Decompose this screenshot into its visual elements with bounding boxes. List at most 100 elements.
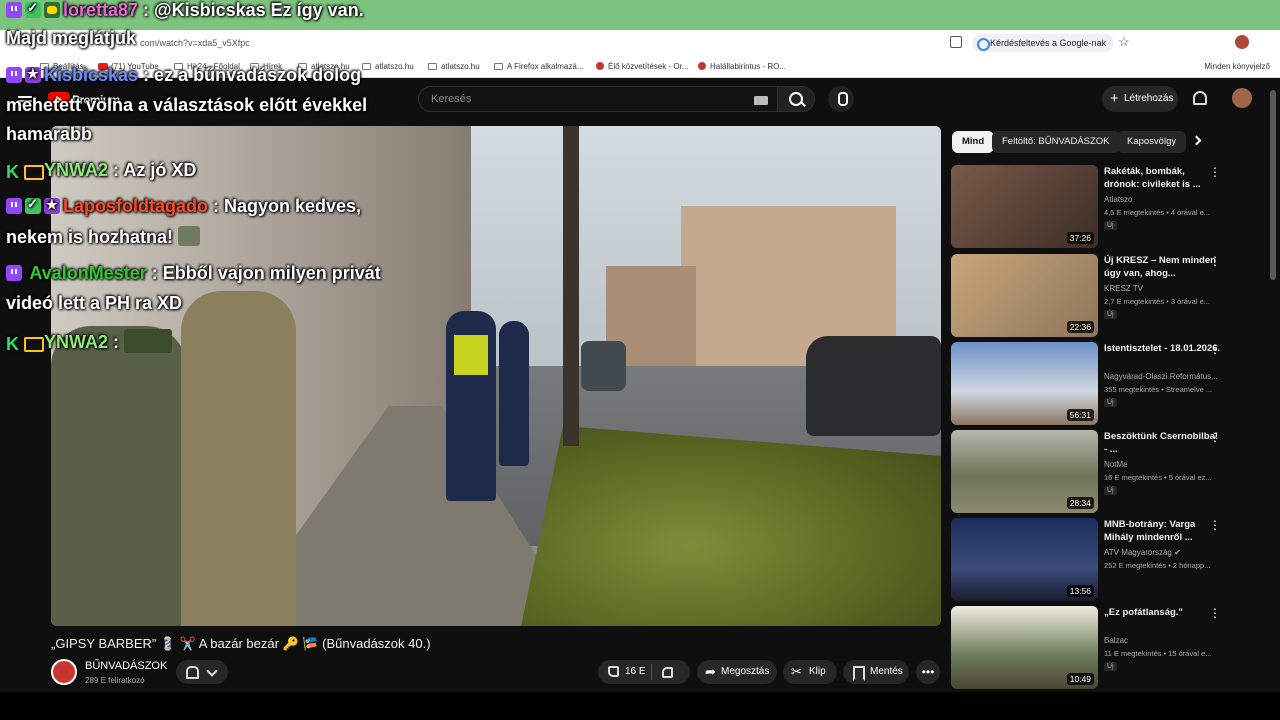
video-duration: 56:31 (1066, 409, 1094, 421)
chat-message: K YNWA2 : (6, 329, 173, 354)
thumbs-up-icon[interactable] (608, 666, 619, 677)
save-button[interactable]: Mentés (843, 660, 909, 684)
video-thumbnail[interactable]: 13:56 (951, 518, 1098, 601)
install-app-icon[interactable] (950, 36, 962, 48)
recommended-title[interactable]: MNB-botrány: Varga Mihály mindenről ... (1104, 518, 1222, 544)
recommended-title[interactable]: „Ez pofátlanság." (1104, 606, 1222, 619)
recommended-title[interactable]: Beszöktünk Csernobilba! - ... (1104, 430, 1222, 456)
vip-badge-icon (25, 0, 41, 18)
more-options-icon[interactable]: ⋮ (1209, 430, 1221, 444)
chip-related[interactable]: Kaposvölgy (1117, 131, 1187, 153)
recommended-channel[interactable]: Balzac (1104, 636, 1128, 645)
video-thumbnail[interactable]: 10:49 (951, 606, 1098, 689)
new-badge: Új (1104, 662, 1117, 671)
bookmark-item[interactable]: Halállabirintus - RO... (698, 62, 786, 71)
chat-message: K YNWA2 : Az jó XD (6, 160, 196, 182)
bookmark-item[interactable]: A Firefox alkalmazá... (494, 62, 583, 71)
chat-message-continued: hamarabb (6, 124, 93, 144)
channel-avatar[interactable] (51, 659, 77, 685)
chat-message-continued: videó lett a PH ra XD (6, 293, 183, 313)
recommended-stats: 4,5 E megtekintés • 4 órával e... (1104, 208, 1211, 217)
video-thumbnail[interactable]: 56:31 (951, 342, 1098, 425)
bookmark-item[interactable]: Élő közvetítések - Or... (596, 62, 688, 71)
recommended-video[interactable]: 13:56 MNB-botrány: Varga Mihály mindenrő… (951, 518, 1261, 602)
chat-overlay: loretta87 : @Kisbicskas Ez így van. Majd… (0, 0, 420, 360)
share-button[interactable]: Megosztás (697, 660, 777, 684)
more-options-icon[interactable]: ⋮ (1209, 254, 1221, 268)
video-thumbnail[interactable]: 28:34 (951, 430, 1098, 513)
video-frame-tree (563, 126, 579, 446)
more-actions-button[interactable]: ••• (916, 660, 940, 684)
recommended-title[interactable]: Istentisztelet - 18.01.2026. (1104, 342, 1222, 355)
recommended-video[interactable]: 56:31 Istentisztelet - 18.01.2026. Nagyv… (951, 342, 1261, 426)
more-options-icon[interactable]: ⋮ (1209, 165, 1221, 179)
recommended-stats: 16 E megtekintés • 5 órával ez... (1104, 473, 1212, 482)
microphone-icon[interactable] (828, 86, 854, 112)
video-duration: 37:26 (1066, 232, 1094, 244)
recommended-video[interactable]: 28:34 Beszöktünk Csernobilba! - ... NotM… (951, 430, 1261, 514)
video-frame-car (581, 341, 626, 391)
avatar[interactable] (1232, 88, 1252, 108)
browser-profile-avatar[interactable] (1235, 35, 1249, 49)
clip-button[interactable]: Klip (783, 660, 837, 684)
recommended-channel[interactable]: ATV Magyarország ✔ (1104, 548, 1181, 557)
recommended-channel[interactable]: KRESZ TV (1104, 284, 1143, 293)
recommended-video[interactable]: 37:26 Rakéták, bombák, drónok: civileket… (951, 165, 1261, 249)
divider (651, 664, 652, 680)
chat-username: Laposfoldtagado (63, 196, 208, 216)
video-frame-person (51, 326, 186, 626)
ask-google-button[interactable]: Kérdésfeltevés a Google-nak (972, 34, 1115, 52)
like-dislike-group: 16 E (598, 660, 690, 684)
recommended-channel[interactable]: Atlatszo (1104, 195, 1132, 204)
crown-badge-icon (23, 162, 44, 180)
twitch-badge-icon (6, 67, 22, 83)
recommended-video[interactable]: 22:36 Új KRESZ – Nem minden úgy van, aho… (951, 254, 1261, 338)
bot-badge-icon (44, 2, 60, 18)
chevron-right-icon[interactable] (1191, 135, 1202, 146)
search-input[interactable]: Keresés (418, 86, 778, 112)
bookmark-item[interactable]: atlatszo.hu (428, 62, 480, 71)
chat-username: Kisbicskas (44, 65, 139, 85)
twitch-badge-icon (6, 2, 22, 18)
more-options-icon[interactable]: ⋮ (1209, 606, 1221, 620)
recommended-title[interactable]: Rakéták, bombák, drónok: civileket is ..… (1104, 165, 1222, 191)
chat-text: : Ebből vajon milyen privát (146, 263, 381, 283)
video-duration: 22:36 (1066, 321, 1094, 333)
new-badge: Új (1104, 398, 1117, 407)
recommended-channel[interactable]: Nagyvárad-Olaszi Református... (1104, 372, 1218, 381)
all-bookmarks-link[interactable]: Minden könyvjelző (1204, 62, 1270, 71)
crown-badge-icon (23, 334, 44, 352)
recommended-stats: 11 E megtekintés • 15 órával e... (1104, 649, 1212, 658)
chip-all[interactable]: Mind (952, 131, 995, 153)
bookmark-star-icon[interactable]: ☆ (1118, 34, 1130, 50)
more-options-icon[interactable]: ⋮ (1209, 518, 1221, 532)
k-badge-icon: K (6, 334, 19, 354)
chat-message: loretta87 : @Kisbicskas Ez így van. (6, 0, 364, 21)
thumbs-down-icon[interactable] (662, 667, 673, 678)
notifications-bell-icon[interactable] (1193, 91, 1207, 105)
recommended-channel[interactable]: NotMe (1104, 460, 1128, 469)
video-frame-car (806, 336, 941, 436)
search-button[interactable] (777, 86, 815, 112)
channel-name[interactable]: BŰNVADÁSZOK (85, 660, 167, 672)
keyboard-icon[interactable] (754, 96, 768, 105)
like-count[interactable]: 16 E (625, 660, 646, 684)
recommended-title[interactable]: Új KRESZ – Nem minden úgy van, ahog... (1104, 254, 1222, 280)
chip-uploader[interactable]: Feltöltő: BŰNVADÁSZOK (992, 131, 1120, 153)
video-duration: 10:49 (1066, 673, 1094, 685)
star-badge-icon (44, 197, 60, 214)
notifications-dropdown-button[interactable] (176, 660, 228, 684)
folder-icon (494, 63, 503, 70)
video-thumbnail[interactable]: 22:36 (951, 254, 1098, 337)
star-badge-icon (25, 66, 41, 83)
recommended-stats: 252 E megtekintés • 2 hónapp... (1104, 561, 1211, 570)
page-scrollbar[interactable] (1270, 90, 1276, 280)
more-options-icon[interactable]: ⋮ (1209, 342, 1221, 356)
recommended-stats: 355 megtekintés • Streamelve ... (1104, 385, 1213, 394)
video-thumbnail[interactable]: 37:26 (951, 165, 1098, 248)
emote-icon (178, 226, 201, 246)
subscriber-count: 289 E feliratkozó (85, 676, 145, 685)
create-button[interactable]: Létrehozás (1102, 86, 1178, 112)
recommended-video[interactable]: 10:49 „Ez pofátlanság." Balzac 11 E megt… (951, 606, 1261, 690)
video-title: „GIPSY BARBER” 💈 ✂️ A bazár bezár 🔑 🎏 (B… (51, 636, 431, 651)
